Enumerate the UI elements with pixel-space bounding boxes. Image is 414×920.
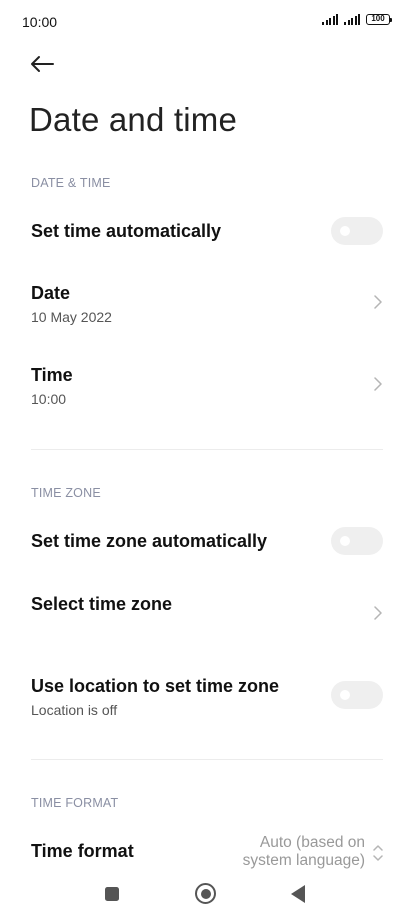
time-format-value: Auto (based on system language) [243,834,365,870]
location-status: Location is off [31,702,118,718]
page-title: Date and time [29,101,238,138]
date-row[interactable]: Date 10 May 2022 [0,272,414,332]
section-header-date-time: DATE & TIME [31,176,111,190]
status-icons: 100 [322,14,392,25]
recent-apps-button[interactable] [105,887,119,901]
signal-icon [344,14,360,25]
chevron-right-icon [374,606,382,620]
status-bar: 10:00 100 [0,0,414,44]
arrow-left-icon [31,56,54,72]
select-time-zone-row[interactable]: Select time zone [0,582,414,642]
row-title: Set time zone automatically [31,531,268,551]
use-location-row[interactable]: Use location to set time zone Location i… [0,664,414,724]
section-header-time-format: TIME FORMAT [31,796,119,810]
row-title: Select time zone [31,594,173,614]
toggle-knob [340,690,350,700]
navigation-bar [0,873,414,920]
toggle-knob [340,536,350,546]
signal-icon [322,14,338,25]
row-title: Set time automatically [31,221,222,241]
back-nav-button[interactable] [291,885,305,903]
date-value: 10 May 2022 [31,309,112,325]
back-button[interactable] [26,50,58,78]
chevron-right-icon [374,377,382,391]
home-button[interactable] [195,883,216,904]
time-format-value-line: system language) [242,852,365,869]
set-time-zone-automatically-toggle[interactable] [331,527,383,555]
set-time-zone-automatically-row[interactable]: Set time zone automatically [0,515,414,569]
chevron-right-icon [374,295,382,309]
battery-icon: 100 [366,14,392,25]
use-location-toggle[interactable] [331,681,383,709]
row-title: Date [31,283,71,303]
row-title: Time [31,365,73,385]
status-time: 10:00 [22,14,58,30]
set-time-automatically-row[interactable]: Set time automatically [0,205,414,259]
divider [31,759,383,760]
row-title: Time format [31,841,134,861]
toggle-knob [340,226,350,236]
chevron-up-down-icon [373,845,383,861]
row-title: Use location to set time zone [31,676,280,696]
time-format-value-line: Auto (based on [259,834,365,851]
time-row[interactable]: Time 10:00 [0,354,414,414]
divider [31,449,383,450]
section-header-time-zone: TIME ZONE [31,486,101,500]
set-time-automatically-toggle[interactable] [331,217,383,245]
time-value: 10:00 [31,391,67,407]
